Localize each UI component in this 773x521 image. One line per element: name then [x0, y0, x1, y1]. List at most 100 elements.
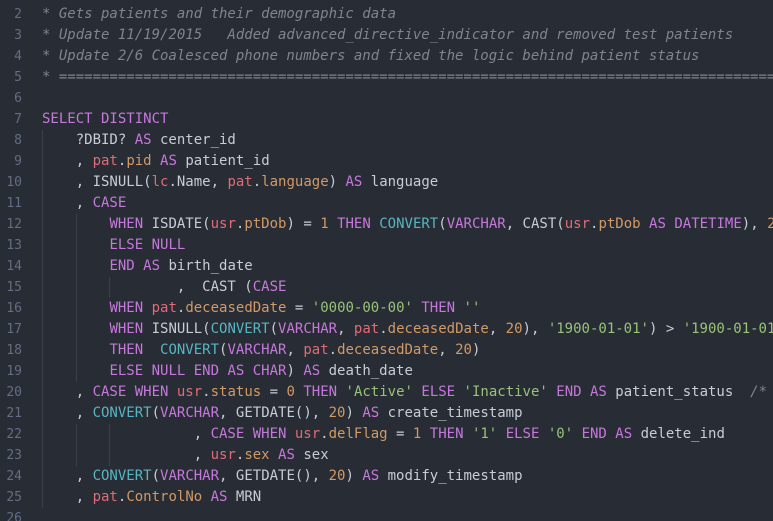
code-line[interactable]: 9 , pat.pid AS patient_id — [0, 151, 773, 172]
token-prop: deceasedDate — [337, 342, 439, 358]
token-plain: , — [42, 447, 211, 463]
token-str: 'Inactive' — [463, 384, 548, 400]
code-text: WHEN ISNULL(CONVERT(VARCHAR, pat.decease… — [42, 319, 773, 340]
code-text: WHEN ISDATE(usr.ptDob) = 1 THEN CONVERT(… — [42, 214, 773, 235]
token-tbl: usr — [564, 216, 591, 232]
code-line[interactable]: 26 — [0, 508, 773, 521]
code-line[interactable]: 12 WHEN ISDATE(usr.ptDob) = 1 THEN CONVE… — [0, 214, 773, 235]
token-plain: modify_timestamp — [379, 468, 523, 484]
code-line[interactable]: 23 , usr.sex AS sex — [0, 445, 773, 466]
code-text: * Update 2/6 Coalesced phone numbers and… — [42, 46, 699, 67]
token-plain: = — [286, 300, 312, 316]
token-plain: .Name, — [168, 174, 228, 190]
token-prop: sex — [244, 447, 270, 463]
token-num: 20 — [767, 216, 773, 232]
code-line[interactable]: 18 THEN CONVERT(VARCHAR, pat.deceasedDat… — [0, 340, 773, 361]
token-plain: . — [202, 384, 211, 400]
token-num: 1 — [320, 216, 329, 232]
code-line[interactable]: 21 , CONVERT(VARCHAR, GETDATE(), 20) AS … — [0, 403, 773, 424]
code-line[interactable]: 25 , pat.ControlNo AS MRN — [0, 487, 773, 508]
code-line[interactable]: 24 , CONVERT(VARCHAR, GETDATE(), 20) AS … — [0, 466, 773, 487]
token-str: '0' — [547, 426, 574, 442]
line-number: 8 — [14, 133, 22, 148]
code-line[interactable]: 11 , CASE — [0, 193, 773, 214]
token-num: 20 — [455, 342, 472, 358]
code-line[interactable]: 6 — [0, 88, 773, 109]
line-number: 6 — [14, 91, 22, 106]
code-line[interactable]: 16 WHEN pat.deceasedDate = '0000-00-00' … — [0, 298, 773, 319]
code-line[interactable]: 8 ?DBID? AS center_id — [0, 130, 773, 151]
token-plain: , — [42, 195, 93, 211]
token-prop: deceasedDate — [185, 300, 287, 316]
code-text: , CASE WHEN usr.delFlag = 1 THEN '1' ELS… — [42, 424, 725, 445]
line-number: 12 — [6, 217, 22, 232]
code-text: , pat.pid AS patient_id — [42, 151, 270, 172]
token-tbl: usr — [294, 426, 321, 442]
code-text: , CAST (CASE — [42, 277, 287, 298]
token-plain: , — [286, 342, 304, 358]
code-line[interactable]: 4 * Update 2/6 Coalesced phone numbers an… — [0, 46, 773, 67]
code-text: * ======================================… — [42, 67, 773, 88]
token-kw: ELSE NULL END AS CHAR — [109, 363, 287, 379]
line-number: 22 — [6, 427, 22, 442]
code-line[interactable]: 15 , CAST (CASE — [0, 277, 773, 298]
code-text: * Gets patients and their demographic da… — [42, 4, 396, 25]
code-line[interactable]: 14 END AS birth_date — [0, 256, 773, 277]
code-text: , pat.ControlNo AS MRN — [42, 487, 261, 508]
code-line[interactable]: 19 ELSE NULL END AS CHAR) AS death_date — [0, 361, 773, 382]
token-str: '1900-01-01' — [682, 321, 773, 337]
token-kw: CASE WHEN — [210, 426, 287, 442]
token-plain: , — [42, 426, 211, 442]
token-plain: delete_ind — [632, 426, 725, 442]
token-plain: ) > — [648, 321, 683, 337]
token-prop: ptDob — [244, 216, 287, 232]
code-text: , usr.sex AS sex — [42, 445, 329, 466]
token-plain: sex — [294, 447, 329, 463]
token-kw: AS — [649, 216, 666, 232]
token-kw: AS — [210, 489, 228, 505]
token-plain: , CAST ( — [42, 279, 253, 295]
token-tbl: usr — [210, 216, 236, 232]
code-line[interactable]: 3 * Update 11/19/2015 Added advanced_dire… — [0, 25, 773, 46]
token-plain: birth_date — [160, 258, 253, 274]
token-kw: VARCHAR — [160, 405, 220, 421]
token-plain: ?DBID? — [42, 132, 135, 148]
token-tbl: usr — [176, 384, 203, 400]
token-plain: , — [42, 489, 93, 505]
token-plain: create_timestamp — [379, 405, 523, 421]
token-kw: THEN — [429, 426, 464, 442]
code-line[interactable]: 22 , CASE WHEN usr.delFlag = 1 THEN '1' … — [0, 424, 773, 445]
code-editor[interactable]: 2 * Gets patients and their demographic d… — [0, 0, 773, 521]
code-text: * Update 11/19/2015 Added advanced_direc… — [42, 25, 733, 46]
token-plain: death_date — [320, 363, 413, 379]
code-line[interactable]: 7 SELECT DISTINCT — [0, 109, 773, 130]
token-plain: . — [252, 174, 262, 190]
line-number: 14 — [6, 259, 22, 274]
code-line[interactable]: 2 * Gets patients and their demographic d… — [0, 4, 773, 25]
code-text: SELECT DISTINCT — [42, 109, 168, 130]
line-number: 24 — [6, 469, 22, 484]
code-line[interactable]: 10 , ISNULL(lc.Name, pat.language) AS la… — [0, 172, 773, 193]
token-num: 20 — [505, 321, 523, 337]
code-line[interactable]: 5 * =====================================… — [0, 67, 773, 88]
token-comment: * ======================================… — [42, 69, 773, 85]
code-line[interactable]: 13 ELSE NULL — [0, 235, 773, 256]
token-prop: pid — [126, 153, 152, 169]
token-plain: ), — [522, 321, 548, 337]
token-plain: ) = — [286, 216, 321, 232]
token-plain: ), — [741, 216, 768, 232]
token-kw: END AS — [556, 384, 607, 400]
token-kw: ELSE — [421, 384, 456, 400]
code-line[interactable]: 17 WHEN ISNULL(CONVERT(VARCHAR, pat.dece… — [0, 319, 773, 340]
token-str: '1900-01-01' — [547, 321, 649, 337]
code-line[interactable]: 20 , CASE WHEN usr.status = 0 THEN 'Acti… — [0, 382, 773, 403]
